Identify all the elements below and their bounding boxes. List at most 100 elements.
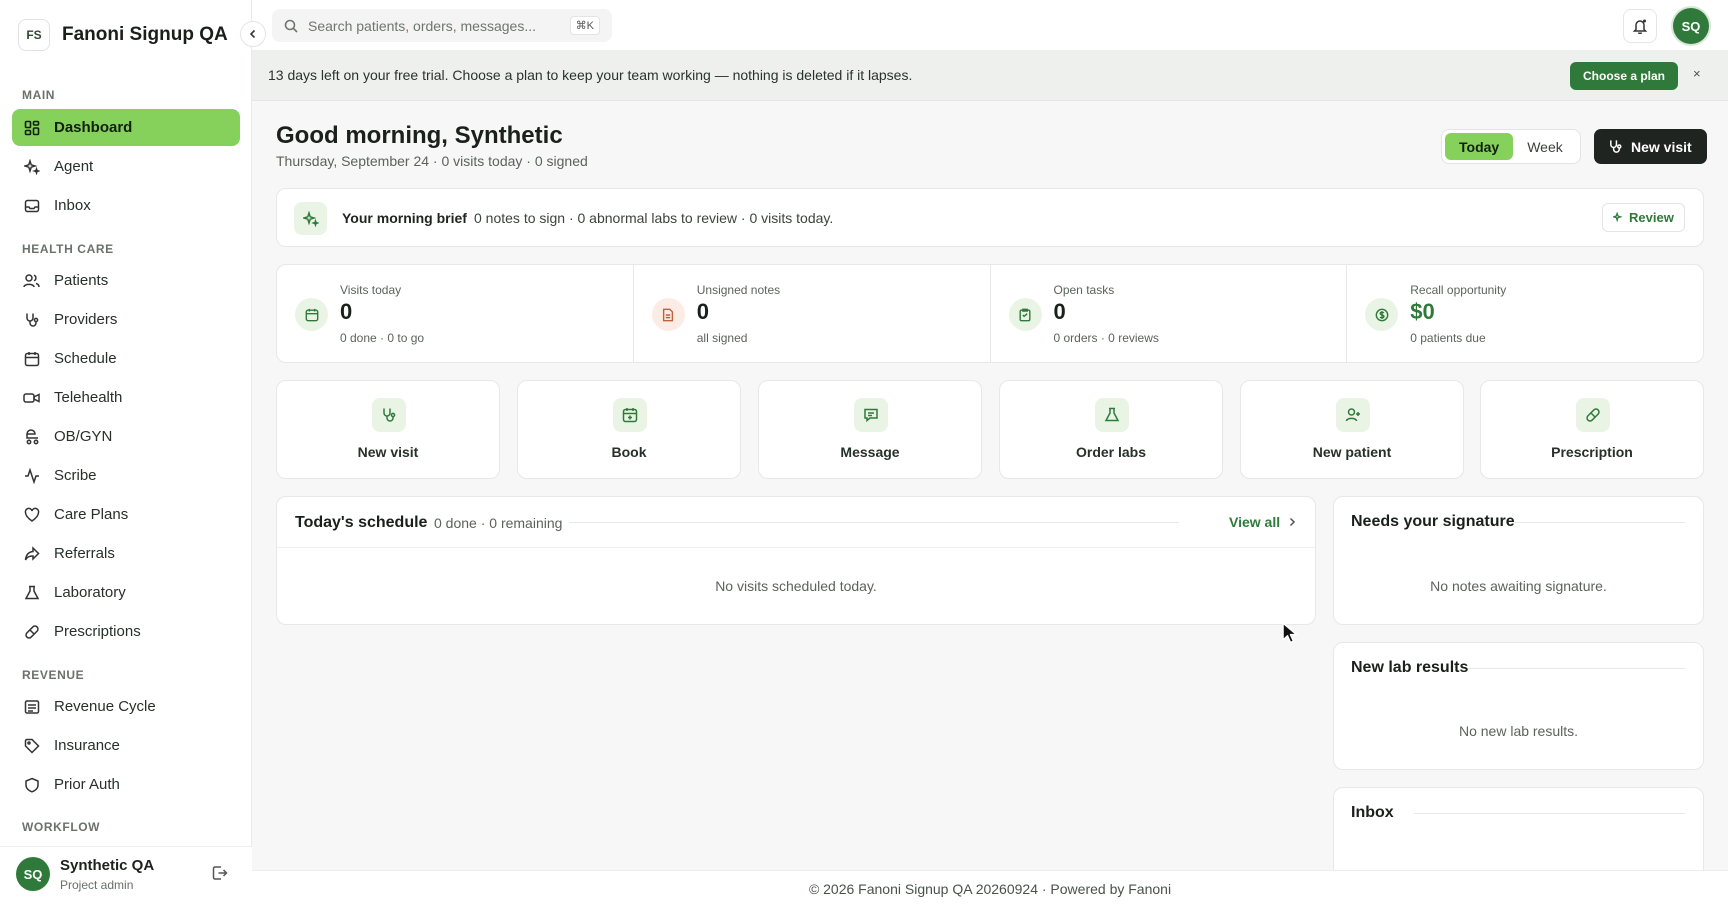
dollar-icon: [1365, 298, 1399, 331]
quick-action-label: New visit: [357, 444, 419, 460]
sidebar-item-prescriptions[interactable]: Prescriptions: [12, 613, 240, 650]
collapse-sidebar-button[interactable]: [240, 21, 266, 47]
morning-brief: Your morning brief 0 notes to sign · 0 a…: [276, 188, 1704, 247]
sidebar-item-prior-auth[interactable]: Prior Auth: [12, 766, 240, 803]
divider: [277, 547, 1315, 548]
stat-value: 0: [340, 299, 353, 324]
toggle-today[interactable]: Today: [1445, 133, 1514, 160]
quick-action-label: Prescription: [1551, 444, 1633, 460]
review-button[interactable]: Review: [1602, 203, 1685, 232]
search-bar[interactable]: ⌘K: [272, 9, 612, 42]
new-lab-results-card: New lab results No new lab results.: [1333, 642, 1704, 770]
baby-icon: [23, 428, 40, 445]
stat-unsigned-notes[interactable]: Unsigned notes 0 all signed: [634, 265, 991, 362]
choose-plan-button[interactable]: Choose a plan: [1570, 62, 1679, 90]
quick-action-book[interactable]: Book: [517, 380, 741, 479]
quick-action-order-labs[interactable]: Order labs: [999, 380, 1223, 479]
sidebar-item-label: Prior Auth: [54, 776, 120, 793]
avatar[interactable]: SQ: [1673, 8, 1709, 44]
section-revenue: REVENUE: [22, 668, 85, 682]
sidebar-item-telehealth[interactable]: Telehealth: [12, 379, 240, 416]
sidebar-item-label: Agent: [54, 158, 94, 175]
sidebar-item-label: Patients: [54, 272, 109, 289]
stat-value: 0: [696, 299, 709, 324]
stat-recall-opportunity[interactable]: Recall opportunity $0 0 patients due: [1347, 265, 1703, 362]
chevron-right-icon: [1288, 517, 1296, 527]
sidebar-item-providers[interactable]: Providers: [12, 301, 240, 338]
users-icon: [23, 272, 40, 289]
view-all-link[interactable]: View all: [1229, 514, 1296, 530]
view-all-label: View all: [1229, 514, 1281, 530]
sidebar-item-obgyn[interactable]: OB/GYN: [12, 418, 240, 455]
quick-action-prescription[interactable]: Prescription: [1480, 380, 1704, 479]
share-arrow-icon: [23, 545, 40, 562]
quick-action-new-patient[interactable]: New patient: [1240, 380, 1464, 479]
close-icon[interactable]: ×: [1693, 66, 1701, 81]
stethoscope-icon: [23, 311, 40, 328]
stat-value: $0: [1410, 299, 1435, 324]
review-label: Review: [1629, 210, 1674, 225]
stat-visits-today[interactable]: Visits today 0 0 done · 0 to go: [277, 265, 634, 362]
quick-action-label: Order labs: [1075, 444, 1147, 460]
notifications-button[interactable]: [1623, 9, 1657, 43]
sidebar-item-label: Scribe: [54, 467, 97, 484]
page-title: Good morning, Synthetic: [276, 122, 563, 149]
quick-action-new-visit[interactable]: New visit: [276, 380, 500, 479]
stat-value: 0: [1053, 299, 1066, 324]
sidebar-item-care-plans[interactable]: Care Plans: [12, 496, 240, 533]
brand-name: Fanoni Signup QA ...: [62, 24, 232, 45]
user-profile[interactable]: SQ Synthetic QA Project admin: [0, 846, 252, 906]
brief-text: 0 notes to sign · 0 abnormal labs to rev…: [474, 210, 834, 226]
sidebar-item-laboratory[interactable]: Laboratory: [12, 574, 240, 611]
sidebar-item-label: Laboratory: [54, 584, 126, 601]
sidebar-item-schedule[interactable]: Schedule: [12, 340, 240, 377]
sidebar-item-referrals[interactable]: Referrals: [12, 535, 240, 572]
stat-sub: 0 orders · 0 reviews: [1053, 331, 1159, 345]
new-visit-button[interactable]: New visit: [1594, 129, 1707, 164]
waveform-icon: [23, 467, 40, 484]
stat-open-tasks[interactable]: Open tasks 0 0 orders · 0 reviews: [991, 265, 1348, 362]
toggle-week[interactable]: Week: [1513, 133, 1577, 160]
flask-icon: [23, 584, 40, 601]
sidebar-item-label: Insurance: [54, 737, 120, 754]
divider: [569, 522, 1179, 523]
sidebar-item-patients[interactable]: Patients: [12, 262, 240, 299]
pill-icon: [1576, 398, 1610, 432]
quick-action-label: Message: [840, 444, 900, 460]
quick-action-label: New patient: [1312, 444, 1392, 460]
sidebar-item-agent[interactable]: Agent: [12, 148, 240, 185]
card-title: Inbox: [1351, 804, 1394, 821]
sidebar-item-dashboard[interactable]: Dashboard: [12, 109, 240, 146]
needs-signature-card: Needs your signature No notes awaiting s…: [1333, 496, 1704, 625]
calendar-icon: [295, 298, 328, 331]
sidebar-item-label: Telehealth: [54, 389, 123, 406]
sidebar-item-label: OB/GYN: [54, 428, 113, 445]
stat-label: Visits today: [340, 283, 402, 297]
new-visit-label: New visit: [1631, 138, 1692, 155]
avatar: SQ: [16, 857, 50, 891]
footer: © 2026 Fanoni Signup QA 20260924 · Power…: [252, 870, 1728, 906]
search-input[interactable]: [308, 17, 558, 34]
empty-state: No new lab results.: [1458, 723, 1579, 739]
sidebar-item-label: Schedule: [54, 350, 117, 367]
sidebar-item-scribe[interactable]: Scribe: [12, 457, 240, 494]
card-title: New lab results: [1351, 659, 1469, 676]
calendar-plus-icon: [613, 398, 647, 432]
sidebar-item-insurance[interactable]: Insurance: [12, 727, 240, 764]
message-icon: [854, 398, 888, 432]
todays-schedule-card: Today's schedule 0 done · 0 remaining Vi…: [276, 496, 1316, 625]
sidebar-item-inbox[interactable]: Inbox: [12, 187, 240, 224]
sidebar-item-label: Dashboard: [54, 119, 133, 136]
sidebar-item-label: Inbox: [54, 197, 91, 214]
quick-action-message[interactable]: Message: [758, 380, 982, 479]
user-name: Synthetic QA: [60, 857, 155, 874]
sidebar-item-label: Care Plans: [54, 506, 129, 523]
card-title: Today's schedule: [295, 514, 428, 531]
bell-icon: [1632, 19, 1648, 34]
tag-icon: [23, 737, 40, 754]
logout-icon[interactable]: [212, 865, 228, 881]
sidebar-item-revenue-cycle[interactable]: Revenue Cycle: [12, 688, 240, 725]
brand-logo: FS: [18, 19, 50, 51]
brand[interactable]: FS Fanoni Signup QA ...: [18, 19, 232, 51]
sidebar: FS Fanoni Signup QA ... MAIN Dashboard A…: [0, 0, 252, 906]
